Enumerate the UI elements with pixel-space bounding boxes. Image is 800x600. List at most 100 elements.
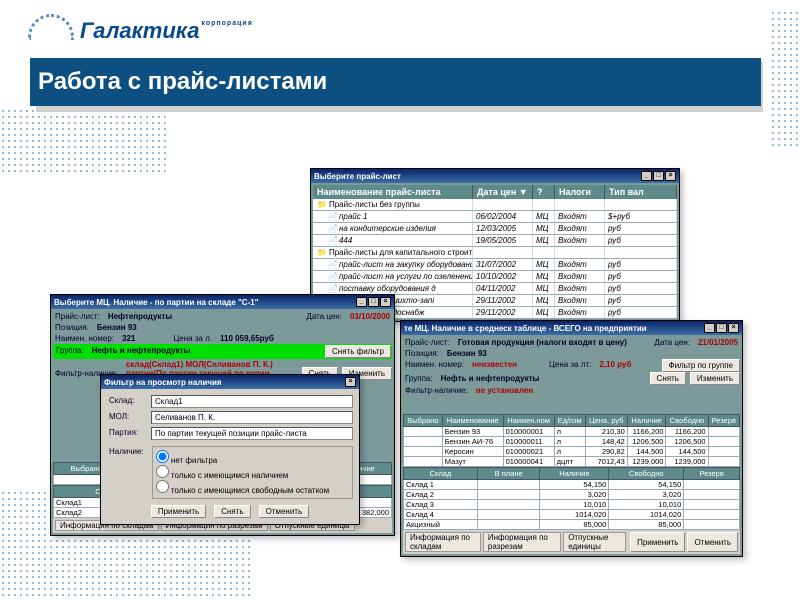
table-row[interactable]: 444 19/05/2005 МЦ Входят руб	[313, 235, 677, 247]
table-row[interactable]: Бензин 93010000001л210,301166,2001166,20…	[404, 427, 740, 437]
window-filter-dialog: Фильтр на просмотр наличия × Склад: Скла…	[100, 374, 360, 525]
label-filter: Фильтр-наличие:	[405, 386, 468, 395]
table-row[interactable]: прайс-лист на закупку оборудования для 3…	[313, 259, 677, 271]
col-q[interactable]: ?	[533, 185, 555, 199]
window-mc-enterprise: те МЦ. Наличие в среднеск таблице - ВСЕГ…	[400, 320, 743, 557]
logo: Галактика корпорация	[28, 18, 251, 44]
table-row[interactable]: Склад 41014,0201014,020	[404, 510, 740, 520]
label-price: Цена за лт:	[549, 360, 591, 371]
radio-no-filter[interactable]: нет фильтра	[156, 450, 349, 465]
table-row[interactable]: Мазут010000041дцлт7012,431239,0001239,00…	[404, 457, 740, 467]
label-nalichie: Наличие:	[109, 447, 144, 498]
label-namenomer: Наимен. номер:	[55, 334, 114, 343]
window-title: Фильтр на просмотр наличия	[104, 378, 222, 387]
label-group: Группа:	[56, 346, 84, 357]
value-filter: не установлен	[476, 386, 533, 395]
titlebar[interactable]: Фильтр на просмотр наличия ×	[101, 375, 359, 389]
label-partia: Партия:	[109, 428, 145, 439]
table-row[interactable]: Прайс-листы без группы	[313, 199, 677, 211]
cancel-button[interactable]: Отменить	[259, 505, 310, 518]
mol-field[interactable]: Селиванов П. К.	[151, 411, 353, 424]
apply-button[interactable]: Применить	[151, 505, 206, 518]
col-name[interactable]: Наименование прайс-листа	[313, 185, 473, 199]
label-pricelist: Прайс-лист:	[405, 338, 450, 347]
label-pos: Позиция:	[405, 349, 439, 358]
table-row[interactable]: на кондитерские изделия 12/03/2005 МЦ Вх…	[313, 223, 677, 235]
maximize-icon[interactable]: □	[368, 297, 379, 307]
label-date: Дата цен:	[306, 312, 342, 321]
col-cur[interactable]: Тип вал	[605, 185, 677, 199]
tab-warehouses[interactable]: Информация по складам	[405, 532, 481, 552]
value-price: 2,10 руб	[599, 360, 631, 371]
close-icon[interactable]: ×	[345, 377, 356, 387]
table-row[interactable]: Прайс-листы для капитального строительс	[313, 247, 677, 259]
value-pricelist: Готовая продукция (налоги входят в цену)	[458, 338, 627, 347]
cancel-button[interactable]: Отменить	[687, 532, 738, 552]
decorative-dots	[770, 10, 800, 150]
radio-has-free[interactable]: только с имеющимся свободным остатком	[156, 480, 349, 495]
value-group: Нефть и нефтепродукты	[92, 346, 191, 357]
value-date: 21/01/2005	[698, 338, 738, 347]
maximize-icon[interactable]: □	[653, 171, 664, 181]
label-pos: Позиция:	[55, 323, 89, 332]
table-row[interactable]: прайс-лист на услуги по озеленению и по …	[313, 271, 677, 283]
value-namenomer: неизвестен	[472, 360, 517, 371]
tab-units[interactable]: Отпускные единицы	[563, 532, 626, 552]
value-namenomer: 321	[122, 334, 135, 343]
table-row[interactable]: Бензин АИ-76010000011л148,421206,5001206…	[404, 437, 740, 447]
window-title: те МЦ. Наличие в среднеск таблице - ВСЕГ…	[404, 324, 647, 333]
decorative-dots	[0, 108, 170, 172]
value-pricelist: Нефтепродукты	[108, 312, 172, 321]
logo-subtext: корпорация	[201, 20, 252, 27]
titlebar[interactable]: те МЦ. Наличие в среднеск таблице - ВСЕГ…	[401, 321, 742, 335]
grid-mc[interactable]: ВыбраноНаименованиеНаимен.номЕд/пзмЦена,…	[403, 414, 740, 467]
label-price: Цена за л.	[173, 334, 212, 343]
close-icon[interactable]: ×	[380, 297, 391, 307]
title-shadow	[36, 106, 763, 112]
minimize-icon[interactable]: _	[356, 297, 367, 307]
logo-arc-icon	[28, 14, 74, 40]
radio-has-stock[interactable]: только с имеющимся наличием	[156, 465, 349, 480]
sklad-field[interactable]: Склад1	[151, 395, 353, 408]
clear-button[interactable]: Снять	[214, 505, 250, 518]
minimize-icon[interactable]: _	[704, 323, 715, 333]
grid-warehouses[interactable]: СкладВ планеНаличиеСвободноРезервСклад 1…	[403, 467, 740, 530]
logo-text: Галактика	[80, 18, 199, 44]
table-row[interactable]: Акцизный85,00085,000	[404, 520, 740, 530]
label-pricelist: Прайс-лист:	[55, 312, 100, 321]
window-title: Выберите прайс-лист	[314, 172, 401, 181]
clear-filter-button[interactable]: Снять фильтр	[325, 345, 391, 358]
table-row[interactable]: Склад 310,01010,010	[404, 500, 740, 510]
tabbar: Информация по складам Информация по разр…	[403, 530, 740, 554]
close-icon[interactable]: ×	[665, 171, 676, 181]
value-price: 110 059,65руб	[220, 334, 274, 343]
grid-header[interactable]: Наименование прайс-листа Дата цен ▼ ? На…	[313, 185, 677, 199]
table-row[interactable]: Склад 23,0203,020	[404, 490, 740, 500]
value-group: Нефть и нефтепродукты	[441, 374, 540, 383]
slide-title: Работа с прайс-листами	[38, 68, 327, 96]
table-row[interactable]: прайс 1 06/02/2004 МЦ Входят $+руб	[313, 211, 677, 223]
close-icon[interactable]: ×	[728, 323, 739, 333]
group-filter-button[interactable]: Фильтр по группе	[662, 359, 741, 372]
minimize-icon[interactable]: _	[641, 171, 652, 181]
change-button[interactable]: Изменить	[690, 372, 740, 385]
clear-button[interactable]: Снять	[650, 372, 686, 385]
titlebar[interactable]: Выберите МЦ. Наличие - по партии на скла…	[51, 295, 394, 309]
col-date[interactable]: Дата цен ▼	[473, 185, 533, 199]
window-title: Выберите МЦ. Наличие - по партии на скла…	[54, 298, 259, 307]
tab-dimensions[interactable]: Информация по разрезам	[483, 532, 561, 552]
apply-button[interactable]: Применить	[630, 532, 685, 552]
maximize-icon[interactable]: □	[716, 323, 727, 333]
slide-title-bar: Работа с прайс-листами	[30, 58, 761, 106]
table-row[interactable]: Керосин010000021л290,82144,500144,500	[404, 447, 740, 457]
value-pos: Бензин 93	[97, 323, 137, 332]
table-row[interactable]: Склад 154,15054,150	[404, 480, 740, 490]
value-pos: Бензин 93	[447, 349, 487, 358]
label-sklad: Склад:	[109, 396, 145, 407]
col-tax[interactable]: Налоги	[555, 185, 605, 199]
label-date: Дата цен:	[654, 338, 690, 347]
partia-field[interactable]: По партии текущей позиции прайс-листа	[151, 427, 353, 440]
label-namenomer: Наимен. номер:	[405, 360, 464, 371]
titlebar[interactable]: Выберите прайс-лист _ □ ×	[311, 169, 679, 183]
value-date: 03/10/2000	[350, 312, 390, 321]
